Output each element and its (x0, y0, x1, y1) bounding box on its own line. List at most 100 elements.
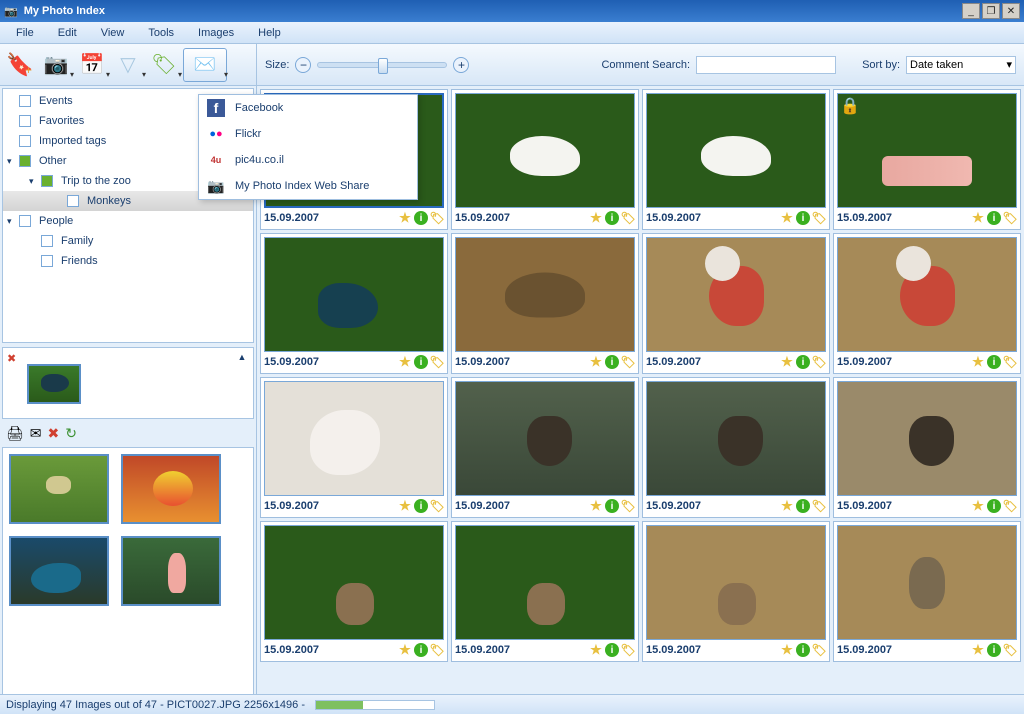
info-icon[interactable]: i (605, 211, 619, 225)
delete-tag-icon[interactable]: ✖ (7, 353, 16, 365)
thumbnail-cell[interactable]: 15.09.2007★i🏷 (642, 521, 830, 662)
tag-icon[interactable]: 🏷 (812, 499, 826, 513)
menu-file[interactable]: File (4, 25, 46, 41)
star-icon[interactable]: ★ (589, 355, 603, 369)
tag-icon[interactable]: 🏷 (430, 499, 444, 513)
thumbnail-cell[interactable]: 15.09.2007★i🏷 (833, 521, 1021, 662)
star-icon[interactable]: ★ (589, 499, 603, 513)
comment-search-input[interactable] (696, 56, 836, 74)
close-button[interactable]: ✕ (1002, 3, 1020, 19)
tray-thumb[interactable] (121, 454, 221, 524)
maximize-button[interactable]: ❐ (982, 3, 1000, 19)
rotate-icon[interactable]: ↻ (65, 425, 77, 442)
zoom-out-button[interactable]: − (295, 57, 311, 73)
star-icon[interactable]: ★ (971, 499, 985, 513)
star-icon[interactable]: ★ (589, 643, 603, 657)
mail-icon[interactable]: ✉ (30, 425, 42, 442)
share-web[interactable]: 📷My Photo Index Web Share (199, 173, 417, 199)
star-icon[interactable]: ★ (780, 211, 794, 225)
thumbnail-cell[interactable]: 🔒15.09.2007★i🏷 (833, 89, 1021, 230)
tag-icon[interactable]: 🏷 (1003, 499, 1017, 513)
info-icon[interactable]: i (605, 355, 619, 369)
tag-icon[interactable]: 🏷 (1003, 355, 1017, 369)
tray-thumb[interactable] (121, 536, 221, 606)
slider-knob[interactable] (378, 58, 388, 74)
tag-icon[interactable]: 🏷 (1003, 211, 1017, 225)
star-icon[interactable]: ★ (398, 211, 412, 225)
thumbnail-cell[interactable]: 15.09.2007★i🏷 (260, 377, 448, 518)
thumbnail-cell[interactable]: 15.09.2007★i🏷 (642, 89, 830, 230)
thumbnail-image[interactable] (837, 237, 1017, 352)
star-icon[interactable]: ★ (398, 499, 412, 513)
share-facebook[interactable]: fFacebook (199, 95, 417, 121)
share-button[interactable]: ✉️▾ (183, 48, 227, 82)
thumbnail-image[interactable] (837, 381, 1017, 496)
print-icon[interactable]: 🖨 (6, 425, 24, 442)
menu-edit[interactable]: Edit (46, 25, 89, 41)
thumbnail-cell[interactable]: 15.09.2007★i🏷 (260, 521, 448, 662)
thumbnail-cell[interactable]: 15.09.2007★i🏷 (642, 233, 830, 374)
thumbnail-image[interactable] (264, 525, 444, 640)
info-icon[interactable]: i (796, 499, 810, 513)
camera-button[interactable]: 📷▾ (39, 48, 73, 82)
thumbnail-image[interactable] (646, 93, 826, 208)
tray-thumb[interactable] (9, 536, 109, 606)
thumbnail-image[interactable] (264, 237, 444, 352)
share-flickr[interactable]: ●●Flickr (199, 121, 417, 147)
info-icon[interactable]: i (414, 211, 428, 225)
star-icon[interactable]: ★ (589, 211, 603, 225)
thumbnail-image[interactable] (264, 381, 444, 496)
menu-view[interactable]: View (89, 25, 137, 41)
tag-icon[interactable]: 🏷 (621, 499, 635, 513)
star-icon[interactable]: ★ (971, 355, 985, 369)
thumbnail-image[interactable]: 🔒 (837, 93, 1017, 208)
thumbnail-image[interactable] (646, 237, 826, 352)
thumbnail-image[interactable] (455, 381, 635, 496)
tag-icon[interactable]: 🏷 (621, 211, 635, 225)
info-icon[interactable]: i (414, 355, 428, 369)
thumbnail-image[interactable] (455, 525, 635, 640)
sort-select[interactable]: Date taken▾ (906, 56, 1016, 74)
tag-icon[interactable]: 🏷 (430, 643, 444, 657)
thumbnail-image[interactable] (646, 525, 826, 640)
menu-images[interactable]: Images (186, 25, 246, 41)
star-icon[interactable]: ★ (398, 643, 412, 657)
info-icon[interactable]: i (796, 211, 810, 225)
thumbnail-cell[interactable]: 15.09.2007★i🏷 (451, 233, 639, 374)
share-pic4u[interactable]: 4upic4u.co.il (199, 147, 417, 173)
info-icon[interactable]: i (987, 499, 1001, 513)
info-icon[interactable]: i (796, 643, 810, 657)
tag-thumbnail[interactable] (27, 364, 81, 404)
tray-thumb[interactable] (9, 454, 109, 524)
info-icon[interactable]: i (605, 643, 619, 657)
star-icon[interactable]: ★ (780, 643, 794, 657)
thumbnail-cell[interactable]: 15.09.2007★i🏷 (833, 233, 1021, 374)
tree-friends[interactable]: Friends (3, 251, 253, 271)
tag-filter-button[interactable]: 🏷▾ (147, 48, 181, 82)
tag-icon[interactable]: 🏷 (621, 643, 635, 657)
thumbnail-image[interactable] (837, 525, 1017, 640)
tag-icon[interactable]: 🏷 (812, 643, 826, 657)
info-icon[interactable]: i (414, 643, 428, 657)
zoom-in-button[interactable]: + (453, 57, 469, 73)
menu-tools[interactable]: Tools (136, 25, 186, 41)
info-icon[interactable]: i (987, 355, 1001, 369)
star-icon[interactable]: ★ (971, 643, 985, 657)
remove-icon[interactable]: ✖ (48, 425, 60, 442)
add-tag-button[interactable]: 🔖+ (3, 48, 37, 82)
size-slider[interactable] (317, 62, 447, 68)
star-icon[interactable]: ★ (780, 499, 794, 513)
thumbnail-image[interactable] (646, 381, 826, 496)
star-icon[interactable]: ★ (780, 355, 794, 369)
thumbnail-image[interactable] (455, 237, 635, 352)
thumbnail-image[interactable] (455, 93, 635, 208)
thumbnail-cell[interactable]: 15.09.2007★i🏷 (833, 377, 1021, 518)
minimize-button[interactable]: _ (962, 3, 980, 19)
star-icon[interactable]: ★ (398, 355, 412, 369)
info-icon[interactable]: i (987, 211, 1001, 225)
tree-people[interactable]: ▾People (3, 211, 253, 231)
thumbnail-cell[interactable]: 15.09.2007★i🏷 (260, 233, 448, 374)
tag-icon[interactable]: 🏷 (430, 355, 444, 369)
thumbnail-cell[interactable]: 15.09.2007★i🏷 (451, 521, 639, 662)
info-icon[interactable]: i (987, 643, 1001, 657)
